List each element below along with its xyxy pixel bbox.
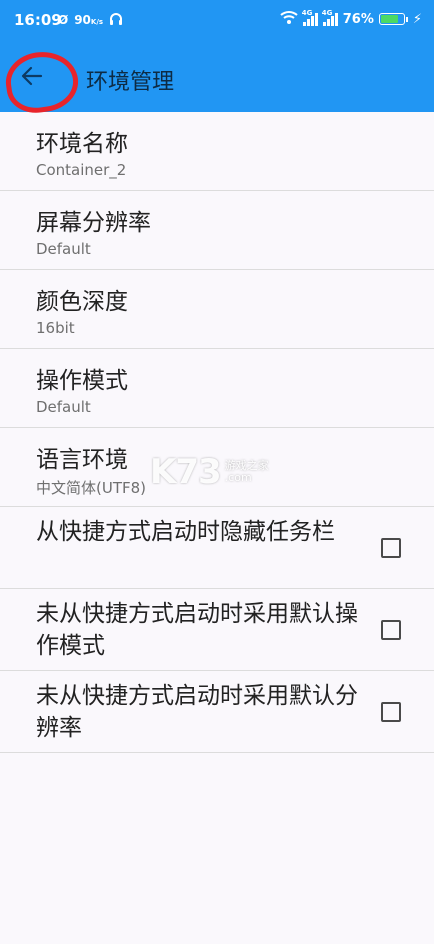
setting-value: Default — [36, 240, 91, 258]
headphones-icon — [109, 12, 123, 28]
battery-percent: 76% — [342, 11, 374, 27]
status-bar: 16:09 Ø 90K/s 4G 4G 76% ⚡ — [0, 0, 434, 44]
setting-value: 16bit — [36, 319, 75, 337]
setting-operation-mode[interactable]: 操作模式 Default — [0, 349, 434, 428]
status-icons-left: Ø 90K/s — [58, 12, 123, 28]
signal-icon-sim2: 4G — [322, 9, 338, 26]
setting-title: 语言环境 — [36, 447, 128, 473]
back-button[interactable] — [12, 58, 52, 98]
setting-locale[interactable]: 语言环境 中文简体(UTF8) — [0, 428, 434, 507]
setting-title: 操作模式 — [36, 368, 128, 394]
setting-default-resolution[interactable]: 未从快捷方式启动时采用默认分辨率 — [0, 671, 434, 753]
settings-list: 环境名称 Container_2 屏幕分辨率 Default 颜色深度 16bi… — [0, 112, 434, 753]
hide-taskbar-checkbox[interactable] — [381, 538, 401, 558]
setting-default-operation-mode[interactable]: 未从快捷方式启动时采用默认操作模式 — [0, 589, 434, 671]
setting-color-depth[interactable]: 颜色深度 16bit — [0, 270, 434, 349]
app-toolbar: 环境管理 — [0, 44, 434, 117]
default-operation-mode-checkbox[interactable] — [381, 620, 401, 640]
setting-title: 屏幕分辨率 — [36, 210, 151, 236]
arrow-left-icon — [21, 63, 43, 93]
battery-icon — [378, 13, 408, 25]
setting-value: Container_2 — [36, 161, 127, 179]
charging-icon: ⚡ — [412, 11, 422, 27]
setting-check-label: 未从快捷方式启动时采用默认操作模式 — [36, 601, 358, 659]
setting-value: 中文简体(UTF8) — [36, 479, 147, 497]
default-resolution-checkbox[interactable] — [381, 702, 401, 722]
page-title: 环境管理 — [86, 70, 175, 95]
setting-value: Default — [36, 398, 91, 416]
setting-title: 环境名称 — [36, 131, 128, 157]
setting-resolution[interactable]: 屏幕分辨率 Default — [0, 191, 434, 270]
network-speed: 90K/s — [74, 13, 104, 27]
setting-check-label: 未从快捷方式启动时采用默认分辨率 — [36, 683, 358, 741]
signal-icon-sim1: 4G — [302, 9, 318, 26]
no-disturb-icon: Ø — [58, 13, 69, 27]
setting-check-label: 从快捷方式启动时隐藏任务栏 — [36, 519, 335, 545]
status-time: 16:09 — [14, 11, 62, 29]
setting-container-name[interactable]: 环境名称 Container_2 — [0, 112, 434, 191]
setting-hide-taskbar[interactable]: 从快捷方式启动时隐藏任务栏 — [0, 507, 434, 589]
wifi-icon — [280, 10, 298, 28]
setting-title: 颜色深度 — [36, 289, 128, 315]
status-icons-right: 4G 4G 76% ⚡ — [280, 9, 422, 28]
